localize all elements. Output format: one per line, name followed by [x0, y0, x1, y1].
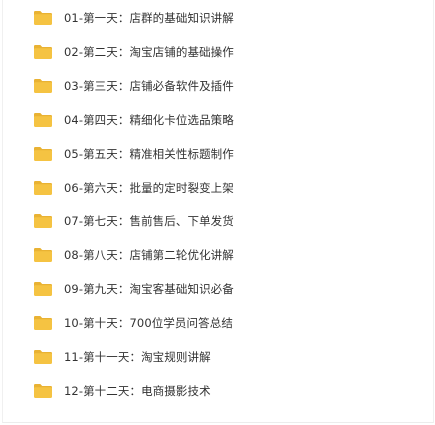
list-item[interactable]: 07-第七天：售前售后、下单发货: [3, 204, 433, 238]
list-item[interactable]: 08-第八天：店铺第二轮优化讲解: [3, 238, 433, 272]
file-name-label: 06-第六天：批量的定时裂变上架: [64, 180, 234, 195]
file-name-label: 02-第二天：淘宝店铺的基础操作: [64, 44, 234, 59]
list-item[interactable]: 10-第十天：700位学员问答总结: [3, 306, 433, 340]
folder-icon: [33, 383, 53, 399]
list-item[interactable]: 09-第九天：淘宝客基础知识必备: [3, 272, 433, 306]
list-item[interactable]: 02-第二天：淘宝店铺的基础操作: [3, 35, 433, 69]
folder-icon: [33, 146, 53, 162]
file-name-label: 05-第五天：精准相关性标题制作: [64, 146, 234, 161]
folder-icon: [33, 78, 53, 94]
folder-icon: [33, 349, 53, 365]
file-name-label: 08-第八天：店铺第二轮优化讲解: [64, 248, 234, 263]
folder-icon: [33, 213, 53, 229]
folder-icon: [33, 180, 53, 196]
list-item[interactable]: 01-第一天：店群的基础知识讲解: [3, 1, 433, 35]
file-name-label: 03-第三天：店铺必备软件及插件: [64, 78, 234, 93]
file-name-label: 12-第十二天：电商摄影技术: [64, 383, 211, 398]
file-name-label: 07-第七天：售前售后、下单发货: [64, 214, 234, 229]
list-item[interactable]: 12-第十二天：电商摄影技术: [3, 374, 433, 408]
file-name-label: 09-第九天：淘宝客基础知识必备: [64, 282, 234, 297]
list-item[interactable]: 04-第四天：精细化卡位选品策略: [3, 103, 433, 137]
folder-icon: [33, 315, 53, 331]
file-name-label: 04-第四天：精细化卡位选品策略: [64, 112, 234, 127]
folder-icon: [33, 10, 53, 26]
list-item[interactable]: 11-第十一天：淘宝规则讲解: [3, 340, 433, 374]
list-item[interactable]: 05-第五天：精准相关性标题制作: [3, 137, 433, 171]
folder-icon: [33, 247, 53, 263]
list-item[interactable]: 06-第六天：批量的定时裂变上架: [3, 171, 433, 205]
file-name-label: 01-第一天：店群的基础知识讲解: [64, 11, 234, 25]
list-item[interactable]: 03-第三天：店铺必备软件及插件: [3, 69, 433, 103]
file-list-panel: 01-第一天：店群的基础知识讲解 02-第二天：淘宝店铺的基础操作 03-第三天：店…: [2, 0, 434, 423]
file-name-label: 10-第十天：700位学员问答总结: [64, 316, 233, 331]
file-name-label: 11-第十一天：淘宝规则讲解: [64, 350, 211, 364]
folder-icon: [33, 44, 53, 60]
folder-icon: [33, 281, 53, 297]
folder-icon: [33, 112, 53, 128]
